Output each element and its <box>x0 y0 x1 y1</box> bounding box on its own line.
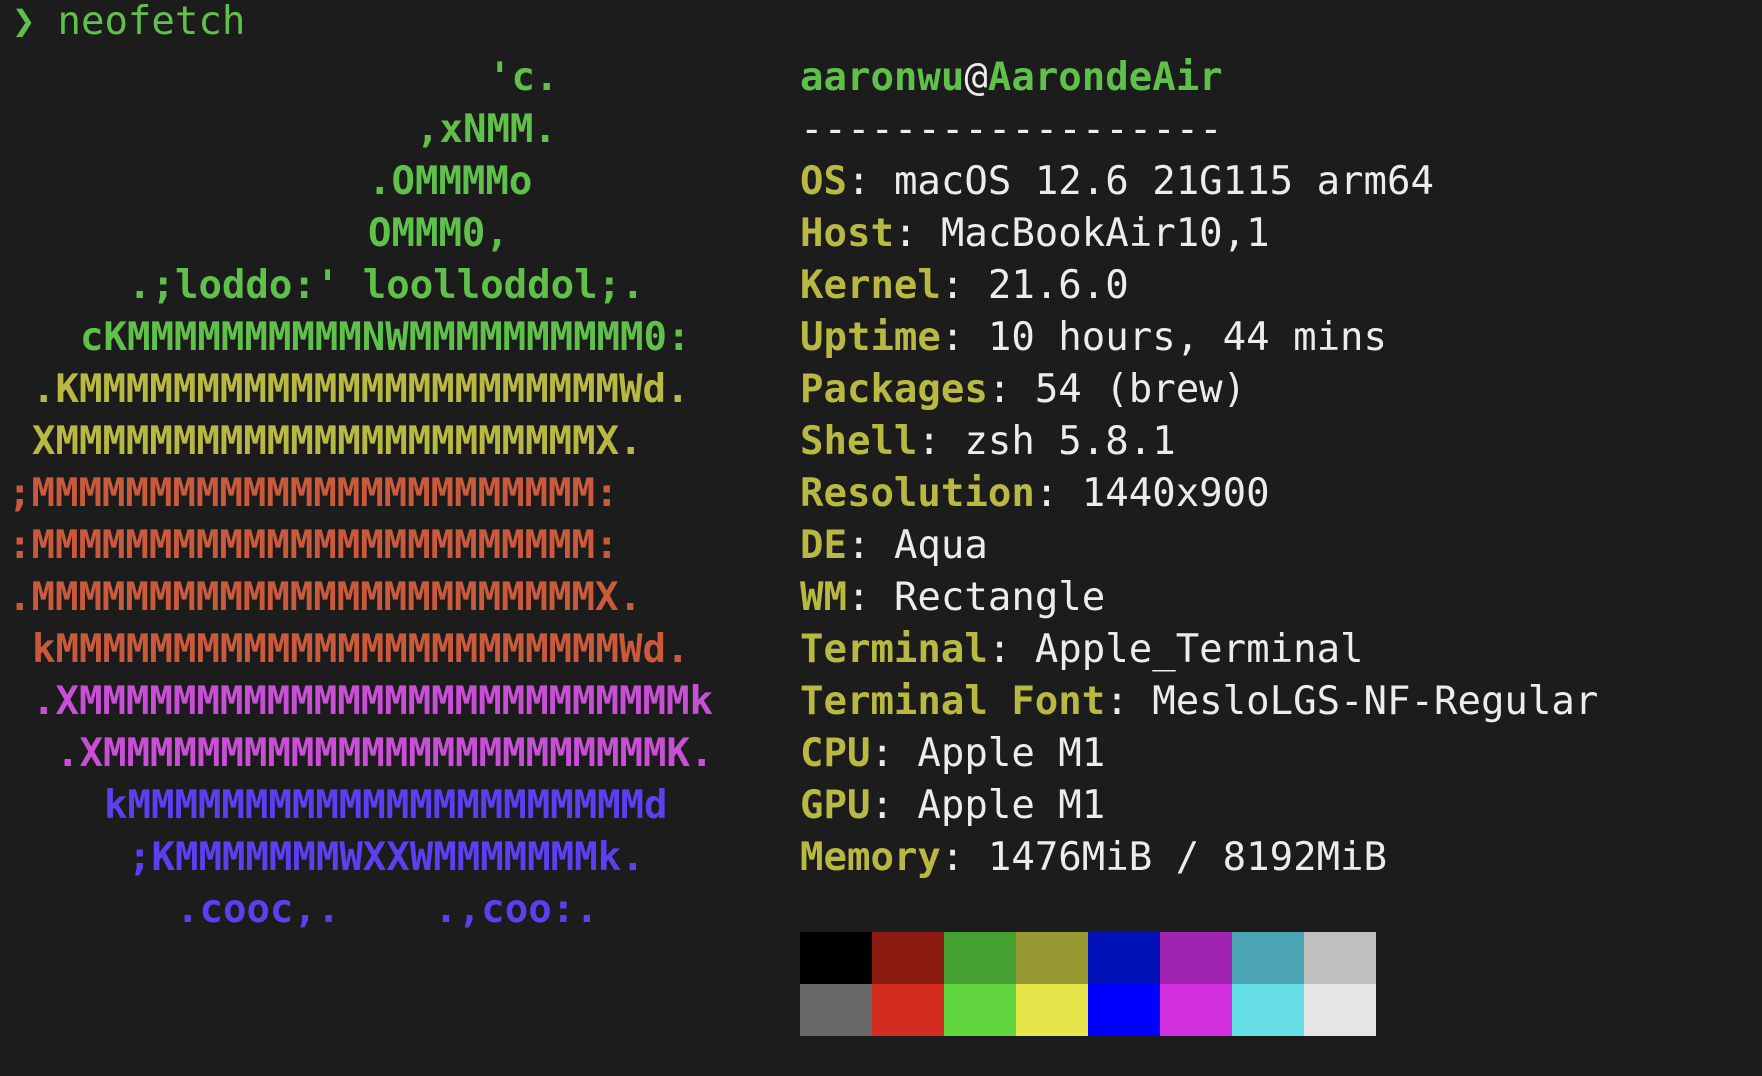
terminal-window[interactable]: ❯ neofetch 'c. ,xNMM. .OMMMMo OMMM0, .;lo… <box>0 0 1762 1076</box>
info-value: Apple M1 <box>917 731 1106 776</box>
info-value: 10 hours, 44 mins <box>987 315 1388 360</box>
info-key: Kernel <box>800 263 941 308</box>
info-row-packages: Packages: 54 (brew) <box>800 367 1247 412</box>
info-key: Packages <box>800 367 988 412</box>
info-key: Shell <box>800 419 918 464</box>
info-row-shell: Shell: zsh 5.8.1 <box>800 419 1176 464</box>
logo-line: 'c. <box>488 55 559 100</box>
color-swatch <box>800 932 872 984</box>
info-value: zsh 5.8.1 <box>964 419 1176 464</box>
info-row-resolution: Resolution: 1440x900 <box>800 471 1270 516</box>
info-row-kernel: Kernel: 21.6.0 <box>800 263 1129 308</box>
info-key: CPU <box>800 731 871 776</box>
logo-line: cKMMMMMMMMMMNWMMMMMMMMMM0: <box>80 315 691 360</box>
info-row-gpu: GPU: Apple M1 <box>800 783 1106 828</box>
prompt-chevron-icon: ❯ <box>12 0 36 44</box>
logo-line: kMMMMMMMMMMMMMMMMMMMMMMd <box>104 783 668 828</box>
hostname: AarondeAir <box>987 55 1223 100</box>
prompt-command: neofetch <box>57 0 246 44</box>
info-value: Aqua <box>893 523 988 568</box>
color-swatch <box>800 984 872 1036</box>
shell-prompt: ❯ neofetch <box>12 0 245 48</box>
info-value: 1440x900 <box>1081 471 1270 516</box>
logo-line: .OMMMMo <box>368 159 533 204</box>
info-key: Terminal Font <box>800 679 1106 724</box>
info-key: Terminal <box>800 627 988 672</box>
logo-line: .MMMMMMMMMMMMMMMMMMMMMMMMX. <box>8 575 642 620</box>
logo-line: .;loddo:' loolloddol;. <box>128 263 645 308</box>
logo-line: ;KMMMMMMMWXXWMMMMMMMk. <box>128 835 645 880</box>
color-swatch <box>1232 932 1304 984</box>
info-key: DE <box>800 523 847 568</box>
info-value: MesloLGS-NF-Regular <box>1152 679 1599 724</box>
info-row-terminal-font: Terminal Font: MesloLGS-NF-Regular <box>800 679 1599 724</box>
info-row-uptime: Uptime: 10 hours, 44 mins <box>800 315 1388 360</box>
color-swatch <box>1304 932 1376 984</box>
info-value: 21.6.0 <box>987 263 1129 308</box>
info-value: 54 (brew) <box>1034 367 1247 412</box>
logo-line: :MMMMMMMMMMMMMMMMMMMMMMMM: <box>8 523 619 568</box>
logo-line: .cooc,. .,coo:. <box>176 887 599 932</box>
at-sign: @ <box>964 55 988 100</box>
user-host-title: aaronwu@AarondeAir <box>800 52 1223 104</box>
color-swatch <box>1160 932 1232 984</box>
logo-line: .XMMMMMMMMMMMMMMMMMMMMMMMMMMk <box>32 679 713 724</box>
info-value: Apple M1 <box>917 783 1106 828</box>
info-row-de: DE: Aqua <box>800 523 988 568</box>
username: aaronwu <box>800 55 965 100</box>
color-palette <box>800 932 1376 1036</box>
info-row-memory: Memory: 1476MiB / 8192MiB <box>800 835 1388 880</box>
logo-line: OMMM0, <box>368 211 509 256</box>
logo-line: ,xNMM. <box>416 107 557 152</box>
info-key: OS <box>800 159 847 204</box>
color-swatch <box>1088 932 1160 984</box>
logo-line: .XMMMMMMMMMMMMMMMMMMMMMMMMK. <box>56 731 714 776</box>
logo-line: ;MMMMMMMMMMMMMMMMMMMMMMMM: <box>8 471 619 516</box>
info-row-os: OS: macOS 12.6 21G115 arm64 <box>800 159 1434 204</box>
color-swatch <box>1304 984 1376 1036</box>
info-row-wm: WM: Rectangle <box>800 575 1106 620</box>
info-key: Resolution <box>800 471 1035 516</box>
info-value: Rectangle <box>893 575 1106 620</box>
info-row-host: Host: MacBookAir10,1 <box>800 211 1270 256</box>
color-swatch <box>872 932 944 984</box>
color-swatch <box>944 932 1016 984</box>
color-swatch <box>1016 932 1088 984</box>
color-swatch <box>1160 984 1232 1036</box>
info-key: Host <box>800 211 894 256</box>
info-row-cpu: CPU: Apple M1 <box>800 731 1106 776</box>
logo-line: kMMMMMMMMMMMMMMMMMMMMMMMMWd. <box>32 627 690 672</box>
info-value: 1476MiB / 8192MiB <box>987 835 1388 880</box>
info-key: Uptime <box>800 315 941 360</box>
info-key: GPU <box>800 783 871 828</box>
color-swatch <box>872 984 944 1036</box>
info-key: Memory <box>800 835 941 880</box>
color-swatch <box>944 984 1016 1036</box>
color-swatch <box>1088 984 1160 1036</box>
info-value: macOS 12.6 21G115 arm64 <box>893 159 1434 204</box>
info-row-terminal: Terminal: Apple_Terminal <box>800 627 1364 672</box>
logo-line: XMMMMMMMMMMMMMMMMMMMMMMMX. <box>32 419 643 464</box>
info-key: WM <box>800 575 847 620</box>
logo-line: .KMMMMMMMMMMMMMMMMMMMMMMMWd. <box>32 367 690 412</box>
color-swatch <box>1016 984 1088 1036</box>
info-value: Apple_Terminal <box>1034 627 1364 672</box>
color-swatch <box>1232 984 1304 1036</box>
info-value: MacBookAir10,1 <box>940 211 1270 256</box>
title-separator: ------------------ <box>800 107 1223 152</box>
